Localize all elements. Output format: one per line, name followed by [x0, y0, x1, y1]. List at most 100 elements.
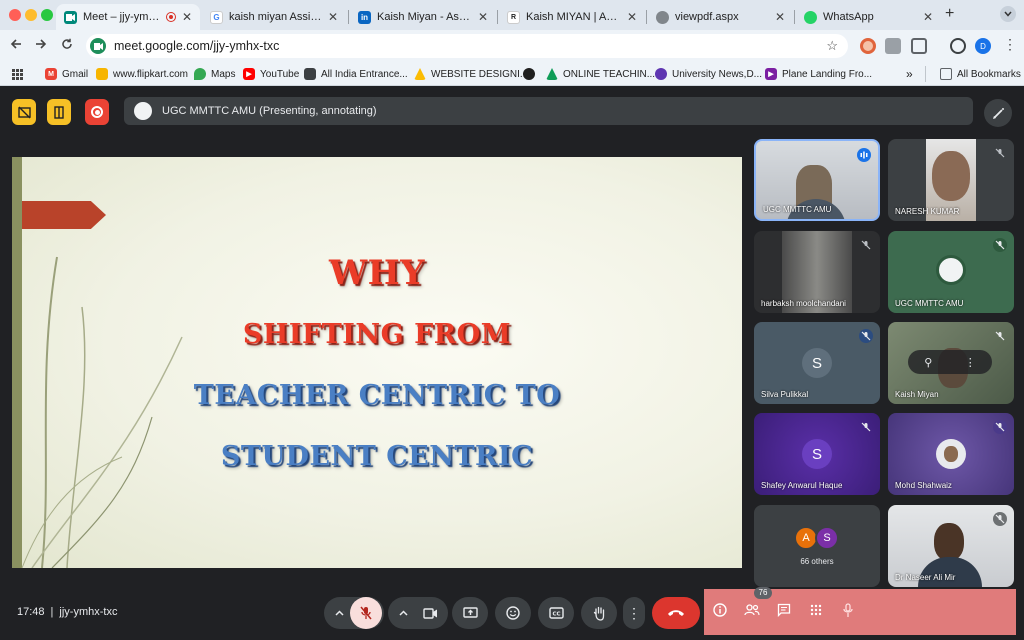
slide-line-why: WHY: [328, 253, 426, 293]
tab-whatsapp[interactable]: WhatsApp ✕: [796, 4, 941, 30]
mic-muted-icon: [859, 329, 873, 343]
extension-icon[interactable]: [860, 38, 876, 54]
speaking-indicator-icon: [857, 148, 871, 162]
participant-tile[interactable]: NARESH KUMAR: [888, 139, 1014, 221]
bookmark-entrance[interactable]: All India Entrance...: [304, 66, 408, 82]
tab-close-icon[interactable]: ✕: [627, 10, 637, 24]
bookmark-star-icon[interactable]: ☆: [826, 38, 838, 54]
present-screen-icon: [462, 607, 478, 618]
tab-linkedin[interactable]: in Kaish Miyan - Assistant ✕: [350, 4, 496, 30]
minimize-window-button[interactable]: [25, 9, 37, 21]
tab-search-button[interactable]: [1000, 6, 1016, 22]
participant-tile[interactable]: Mohd Shahwaiz: [888, 413, 1014, 495]
slide-line-teacher-centric: TEACHER CENTRIC TO: [193, 380, 561, 411]
bookmark-maps[interactable]: Maps: [194, 66, 235, 82]
reload-button[interactable]: [57, 36, 77, 56]
close-window-button[interactable]: [9, 9, 21, 21]
organization-logo-avatar: [936, 255, 966, 285]
tab-viewpdf[interactable]: viewpdf.aspx ✕: [648, 4, 793, 30]
reactions-button[interactable]: [495, 597, 531, 629]
stop-annotation-button[interactable]: [12, 99, 36, 125]
recording-indicator-icon: [165, 12, 176, 22]
url-text[interactable]: meet.google.com/jjy-ymhx-txc: [114, 39, 826, 53]
site-info-icon[interactable]: [90, 38, 106, 54]
tab-separator: [348, 10, 349, 24]
participant-name: Silva Pulikkal: [761, 390, 809, 399]
more-bookmarks-button[interactable]: »: [906, 66, 913, 82]
participant-tile[interactable]: S Shafey Anwarul Haque: [754, 413, 880, 495]
svg-text:CC: CC: [552, 612, 560, 618]
stop-presenting-button[interactable]: [47, 99, 71, 125]
tab-meet[interactable]: Meet – jjy-ymhx-txc ✕: [56, 4, 200, 30]
bookmark-flipkart[interactable]: www.flipkart.com: [96, 66, 188, 82]
tab-close-icon[interactable]: ✕: [478, 10, 488, 24]
profile-avatar[interactable]: D: [975, 38, 991, 54]
tab-close-icon[interactable]: ✕: [182, 10, 192, 24]
present-door-icon: [54, 105, 64, 119]
bookmark-plane-landing[interactable]: ▶ Plane Landing Fro...: [765, 66, 872, 82]
apps-grid-icon[interactable]: [12, 67, 23, 85]
browser-tab-bar: Meet – jjy-ymhx-txc ✕ G kaish miyan Assi…: [0, 0, 1024, 30]
audio-options-button[interactable]: [328, 601, 350, 625]
more-options-button[interactable]: ⋮: [623, 597, 645, 629]
extensions-puzzle-icon[interactable]: [911, 38, 927, 54]
captions-button[interactable]: CC: [538, 597, 574, 629]
chat-button[interactable]: [773, 599, 795, 621]
bookmark-website-design[interactable]: WEBSITE DESIGNI...: [414, 66, 528, 82]
tab-google-search[interactable]: G kaish miyan Assistant P ✕: [202, 4, 346, 30]
camera-extension-icon[interactable]: [885, 38, 901, 54]
forward-button[interactable]: [31, 36, 51, 56]
performance-icon[interactable]: [950, 38, 966, 54]
address-bar[interactable]: meet.google.com/jjy-ymhx-txc ☆: [86, 34, 848, 58]
new-tab-button[interactable]: +: [945, 5, 954, 23]
leave-call-button[interactable]: [652, 597, 700, 629]
participant-name: UGC MMTTC AMU: [763, 205, 832, 214]
present-screen-button[interactable]: [452, 597, 488, 629]
bookmark-label: All India Entrance...: [321, 68, 408, 80]
youtube-icon: ▶: [243, 68, 255, 80]
tab-close-icon[interactable]: ✕: [923, 10, 933, 24]
slide-line-student-centric: STUDENT CENTRIC: [220, 441, 534, 472]
presentation-slide: WHY SHIFTING FROM TEACHER CENTRIC TO STU…: [12, 157, 742, 568]
maps-icon: [194, 68, 206, 80]
participant-tile[interactable]: ⚲ ⋮ Kaish Miyan: [888, 322, 1014, 404]
participant-tile[interactable]: harbaksh moolchandani: [754, 231, 880, 313]
bookmark-gmail[interactable]: M Gmail: [45, 66, 88, 82]
bookmark-online-teaching[interactable]: ONLINE TEACHIN...: [546, 66, 655, 82]
microphone-toggle-button[interactable]: [350, 597, 382, 629]
participant-video-body: [918, 557, 982, 587]
bookmark-university-news[interactable]: University News,D...: [655, 66, 762, 82]
tile-more-options-icon[interactable]: ⋮: [965, 356, 976, 369]
participant-tile[interactable]: UGC MMTTC AMU: [888, 231, 1014, 313]
all-bookmarks-folder[interactable]: All Bookmarks: [940, 66, 1021, 82]
tab-close-icon[interactable]: ✕: [775, 10, 785, 24]
closed-captions-icon: CC: [548, 607, 564, 619]
video-camera-icon: [422, 607, 437, 619]
others-tile[interactable]: A S 66 others: [754, 505, 880, 587]
participant-tile[interactable]: UGC MMTTC AMU: [754, 139, 880, 221]
activities-grid-icon: [810, 604, 822, 616]
host-controls-button[interactable]: [837, 599, 859, 621]
bookmark-label: ONLINE TEACHIN...: [563, 68, 656, 80]
camera-toggle-button[interactable]: [414, 597, 446, 629]
annotation-pen-button[interactable]: [984, 99, 1012, 127]
tab-close-icon[interactable]: ✕: [328, 10, 338, 24]
maximize-window-button[interactable]: [41, 9, 53, 21]
activities-button[interactable]: [805, 599, 827, 621]
back-button[interactable]: [6, 36, 26, 56]
bookmark-github[interactable]: [523, 66, 540, 82]
pin-icon[interactable]: ⚲: [924, 356, 932, 369]
current-time: 17:48: [17, 606, 45, 618]
tab-researchgate[interactable]: R Kaish MIYAN | Assistant ✕: [499, 4, 645, 30]
bookmark-label: Gmail: [62, 68, 89, 80]
bookmark-youtube[interactable]: ▶ YouTube: [243, 66, 299, 82]
video-options-button[interactable]: [392, 601, 414, 625]
participant-tile[interactable]: S Silva Pulikkal: [754, 322, 880, 404]
meeting-details-button[interactable]: [709, 599, 731, 621]
google-icon: G: [210, 10, 223, 24]
recording-button[interactable]: [85, 99, 109, 125]
people-button[interactable]: [741, 599, 763, 621]
browser-menu-icon[interactable]: ⋮: [1003, 36, 1017, 53]
participant-tile[interactable]: Dr Naseer Ali Mir: [888, 505, 1014, 587]
raise-hand-button[interactable]: [581, 597, 617, 629]
